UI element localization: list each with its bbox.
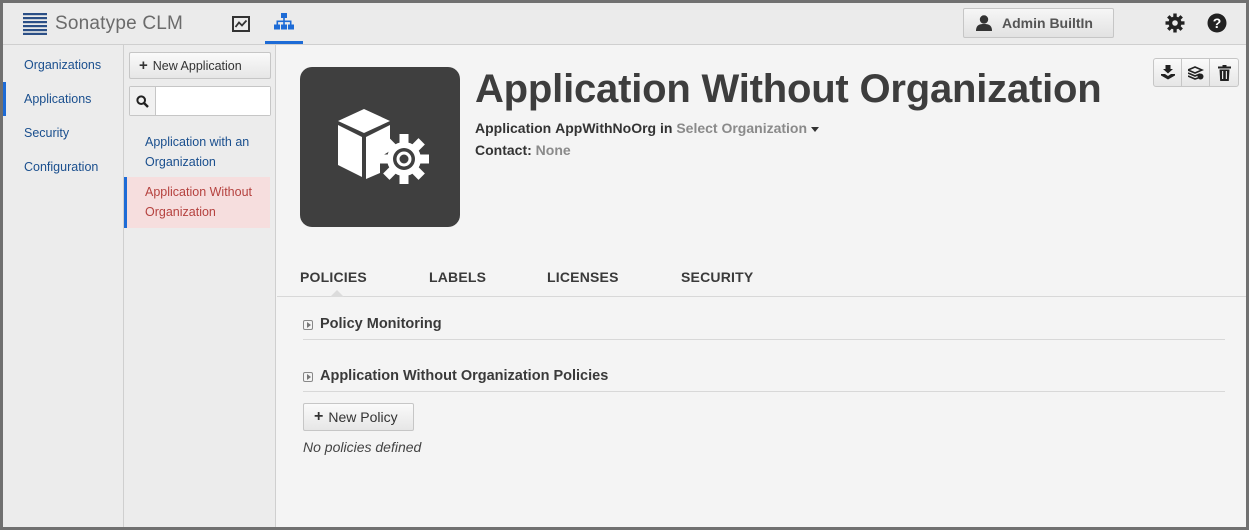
- sidebar-item-security[interactable]: Security: [3, 116, 123, 150]
- no-policies-text: No policies defined: [303, 439, 422, 455]
- download-icon: [1160, 65, 1175, 80]
- application-search: [129, 86, 271, 116]
- contact-label: Contact:: [475, 142, 532, 158]
- dashboard-nav[interactable]: [222, 3, 260, 44]
- trash-icon: [1217, 64, 1231, 81]
- delete-button[interactable]: [1210, 59, 1238, 86]
- svg-text:?: ?: [1213, 15, 1222, 31]
- organization-select-label: Select Organization: [676, 120, 808, 136]
- application-prefix: Application: [475, 120, 552, 136]
- expand-icon: [303, 372, 313, 382]
- user-name: Admin BuiltIn: [1002, 15, 1093, 31]
- application-meta: Application AppWithNoOrg in Select Organ…: [475, 120, 820, 136]
- chart-icon: [232, 15, 250, 32]
- settings-button[interactable]: [1164, 12, 1186, 34]
- page-title: Application Without Organization: [475, 67, 1102, 111]
- organization-select[interactable]: Select Organization: [676, 120, 820, 136]
- application-actions: [1153, 58, 1239, 87]
- application-cube-gear-icon: [338, 109, 429, 184]
- sidebar-item-label: Security: [24, 126, 70, 140]
- caret-down-icon: [811, 126, 820, 132]
- left-sidebar: Organizations Applications Security Conf…: [3, 45, 124, 527]
- tab-policies[interactable]: POLICIES: [300, 269, 367, 285]
- tab-licenses[interactable]: LICENSES: [547, 269, 619, 285]
- application-policies-title: Application Without Organization Policie…: [320, 368, 609, 384]
- help-icon: ?: [1207, 13, 1227, 33]
- stack-edit-icon: [1187, 65, 1204, 80]
- application-list-item-selected[interactable]: Application Without Organization: [124, 177, 270, 228]
- search-input[interactable]: [156, 87, 270, 115]
- manage-nav[interactable]: [265, 3, 303, 44]
- brand[interactable]: Sonatype CLM: [23, 11, 183, 37]
- brand-name: Sonatype CLM: [55, 13, 184, 34]
- tab-security[interactable]: SECURITY: [681, 269, 753, 285]
- application-name: Application Without Organization: [145, 185, 253, 219]
- tab-labels[interactable]: LABELS: [429, 269, 486, 285]
- sidebar-item-label: Configuration: [24, 160, 99, 174]
- search-icon: [130, 87, 156, 115]
- contact-meta: Contact: None: [475, 142, 571, 158]
- user-icon: [976, 15, 992, 31]
- stacked-lines-logo-icon: [23, 13, 47, 35]
- application-list-panel: + New Application Application with an Or…: [124, 45, 276, 527]
- gear-icon: [1165, 13, 1185, 33]
- download-button[interactable]: [1154, 59, 1182, 86]
- application-id: AppWithNoOrg: [555, 120, 657, 136]
- detail-tabs: POLICIES LABELS LICENSES SECURITY: [277, 255, 1246, 297]
- contact-value[interactable]: None: [536, 142, 571, 158]
- application-avatar: [300, 67, 460, 227]
- sidebar-item-label: Applications: [24, 92, 92, 106]
- hierarchy-icon: [274, 13, 294, 30]
- in-label: in: [659, 120, 673, 136]
- help-button[interactable]: ?: [1206, 12, 1228, 34]
- application-list-item[interactable]: Application with an Organization: [124, 127, 270, 178]
- plus-icon: +: [139, 57, 148, 74]
- top-bar: Sonatype CLM Admin BuiltIn ?: [3, 3, 1246, 45]
- main-content: Application Without Organization Applica…: [277, 45, 1246, 527]
- policy-monitoring-title: Policy Monitoring: [320, 316, 442, 332]
- plus-icon: +: [314, 408, 324, 425]
- new-application-label: New Application: [152, 58, 242, 73]
- sidebar-item-applications[interactable]: Applications: [3, 82, 123, 116]
- sidebar-item-organizations[interactable]: Organizations: [3, 48, 123, 82]
- new-policy-button[interactable]: + New Policy: [303, 403, 414, 431]
- expand-icon: [303, 320, 313, 330]
- evaluate-button[interactable]: [1182, 59, 1210, 86]
- new-policy-label: New Policy: [328, 409, 398, 425]
- sidebar-item-configuration[interactable]: Configuration: [3, 150, 123, 184]
- application-name: Application with an Organization: [145, 135, 250, 169]
- user-menu-button[interactable]: Admin BuiltIn: [963, 8, 1114, 38]
- policy-monitoring-header[interactable]: Policy Monitoring: [303, 316, 1225, 340]
- new-application-button[interactable]: + New Application: [129, 52, 271, 79]
- app-window: Sonatype CLM Admin BuiltIn ? Organizatio…: [0, 0, 1249, 530]
- sidebar-item-label: Organizations: [24, 58, 102, 72]
- application-policies-header[interactable]: Application Without Organization Policie…: [303, 368, 1225, 392]
- active-tab-indicator: [330, 290, 344, 297]
